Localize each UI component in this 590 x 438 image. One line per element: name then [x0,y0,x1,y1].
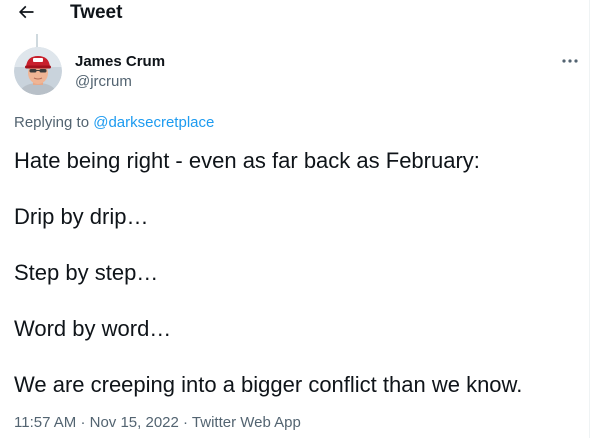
replying-to: Replying to @darksecretplace [14,114,214,132]
thread-connector-line [36,34,38,47]
tweet-date[interactable]: Nov 15, 2022 [90,414,179,431]
replying-prefix: Replying to [14,114,90,131]
tweet-page: Tweet James Crum @jrcrum Replying to @da… [0,0,590,438]
tweet-text-line: Hate being right - even as far back as F… [14,148,480,173]
tweet-text-line: We are creeping into a bigger conflict t… [14,372,523,397]
more-button[interactable] [558,52,582,70]
replying-target-link[interactable]: @darksecretplace [93,114,214,131]
tweet-text-line: Step by step… [14,260,159,285]
tweet-time[interactable]: 11:57 AM [14,414,76,431]
tweet-text-line: Word by word… [14,316,172,341]
tweet-source: Twitter Web App [191,414,301,431]
author-name[interactable]: James Crum [75,53,165,71]
meta-separator: · [80,414,86,431]
avatar[interactable] [14,47,62,95]
tweet-text-line: Drip by drip… [14,204,149,229]
more-horizontal-icon [562,59,578,63]
author-handle[interactable]: @jrcrum [75,73,132,91]
profile-photo [14,47,62,95]
tweet-meta: 11:57 AM · Nov 15, 2022 · Twitter Web Ap… [14,413,301,433]
back-button[interactable] [12,0,40,24]
meta-separator: · [183,414,189,431]
arrow-left-icon [18,5,34,19]
header: Tweet [0,0,589,26]
page-title: Tweet [70,2,123,23]
